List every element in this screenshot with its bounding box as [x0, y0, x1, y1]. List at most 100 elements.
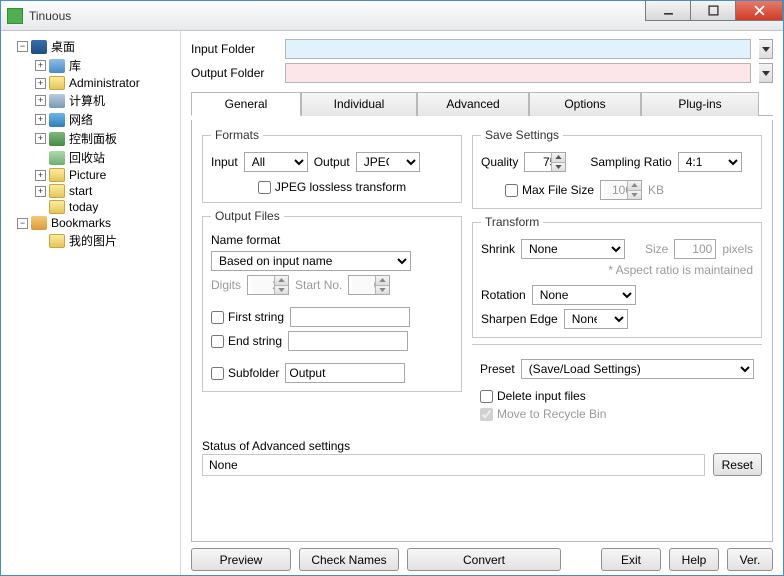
delete-input-checkbox[interactable] [480, 390, 493, 403]
shrink-label: Shrink [481, 242, 515, 256]
max-file-checkbox[interactable] [505, 184, 518, 197]
max-file-check[interactable]: Max File Size [505, 183, 594, 197]
convert-button[interactable]: Convert [407, 548, 561, 571]
digits-spinner[interactable] [247, 275, 289, 295]
folder-tree[interactable]: − 桌面 +库 +Administrator +计算机 +网络 +控制面板 回收站… [1, 31, 181, 575]
expander-icon[interactable]: + [35, 186, 46, 197]
startno-spinner[interactable] [348, 275, 390, 295]
name-format-select[interactable]: Based on input name [211, 251, 411, 271]
spin-up-icon[interactable] [551, 153, 565, 163]
check-names-button[interactable]: Check Names [299, 548, 399, 571]
tab-general[interactable]: General [191, 92, 301, 116]
tab-individual[interactable]: Individual [301, 92, 417, 116]
tree-item-start[interactable]: + start [3, 183, 178, 199]
tab-options[interactable]: Options [529, 92, 641, 116]
preset-group: Preset (Save/Load Settings) Delete input… [472, 344, 762, 429]
spin-up-icon[interactable] [375, 276, 389, 286]
subfolder-input[interactable] [285, 363, 405, 383]
footer-buttons: Preview Check Names Convert Exit Help Ve… [191, 546, 773, 571]
size-input[interactable] [674, 239, 716, 259]
sampling-select[interactable]: 4:1 [678, 152, 742, 172]
input-folder-field[interactable] [285, 39, 751, 59]
tree-item-picture[interactable]: +Picture [3, 167, 178, 183]
spin-down-icon[interactable] [375, 286, 389, 295]
desktop-icon [31, 40, 47, 54]
subfolder-checkbox[interactable] [211, 367, 224, 380]
close-button[interactable] [735, 1, 783, 21]
sharpen-label: Sharpen Edge [481, 312, 558, 326]
tab-advanced[interactable]: Advanced [417, 92, 529, 116]
output-folder-field[interactable] [285, 63, 751, 83]
folder-icon [49, 76, 65, 90]
reset-button[interactable]: Reset [713, 453, 762, 476]
tab-plugins[interactable]: Plug-ins [641, 92, 759, 116]
tree-label: 桌面 [51, 38, 75, 55]
expander-icon[interactable]: + [35, 133, 46, 144]
spin-down-icon[interactable] [627, 191, 641, 200]
expander-icon[interactable]: + [35, 60, 46, 71]
tree-item-admin[interactable]: +Administrator [3, 75, 178, 91]
tree-item-control[interactable]: +控制面板 [3, 129, 178, 148]
first-string-input[interactable] [290, 307, 410, 327]
help-button[interactable]: Help [669, 548, 719, 571]
tree-item-desktop[interactable]: − 桌面 [3, 37, 178, 56]
expander-icon[interactable]: + [35, 78, 46, 89]
input-format-select[interactable]: All [244, 152, 308, 172]
end-string-check[interactable]: End string [211, 334, 282, 348]
output-format-label: Output [314, 155, 350, 169]
spin-up-icon[interactable] [274, 276, 288, 286]
spin-up-icon[interactable] [627, 181, 641, 191]
expander-icon[interactable]: − [17, 41, 28, 52]
startno-label: Start No. [295, 278, 342, 292]
status-box: None [202, 454, 705, 476]
output-format-select[interactable]: JPEG [356, 152, 420, 172]
tab-bar: General Individual Advanced Options Plug… [191, 91, 773, 116]
tree-item-lib[interactable]: +库 [3, 56, 178, 75]
rotation-select[interactable]: None [532, 285, 636, 305]
end-string-input[interactable] [288, 331, 408, 351]
tree-item-today[interactable]: today [3, 199, 178, 215]
main-panel: Input Folder Output Folder General Indiv… [181, 31, 783, 575]
folder-icon [49, 234, 65, 248]
maximize-button[interactable] [690, 1, 736, 21]
spin-down-icon[interactable] [274, 286, 288, 295]
app-window: Tinuous −桌面 +库 +Administrator +计算机 +网络 +… [0, 0, 784, 576]
lossless-checkbox[interactable] [258, 181, 271, 194]
expander-icon[interactable]: + [35, 95, 46, 106]
lossless-check[interactable]: JPEG lossless transform [258, 180, 406, 194]
first-string-check[interactable]: First string [211, 310, 284, 324]
tree-item-recycle[interactable]: 回收站 [3, 148, 178, 167]
tree-label: start [69, 184, 92, 198]
expander-icon[interactable]: + [35, 114, 46, 125]
tree-item-bookmarks[interactable]: −Bookmarks [3, 215, 178, 231]
network-icon [49, 113, 65, 127]
formats-legend: Formats [211, 128, 263, 142]
max-file-spinner[interactable] [600, 180, 642, 200]
tree-item-computer[interactable]: +计算机 [3, 91, 178, 110]
quality-spinner[interactable] [524, 152, 566, 172]
tree-item-mypics[interactable]: 我的图片 [3, 231, 178, 250]
ver-button[interactable]: Ver. [727, 548, 773, 571]
delete-input-label: Delete input files [497, 389, 586, 403]
exit-button[interactable]: Exit [601, 548, 661, 571]
input-folder-row: Input Folder [191, 39, 773, 59]
spin-down-icon[interactable] [551, 163, 565, 172]
sharpen-select[interactable]: None [564, 309, 628, 329]
preview-button[interactable]: Preview [191, 548, 291, 571]
tree-item-network[interactable]: +网络 [3, 110, 178, 129]
status-value: None [209, 458, 238, 472]
preset-select[interactable]: (Save/Load Settings) [521, 359, 754, 379]
control-panel-icon [49, 132, 65, 146]
expander-icon[interactable]: − [17, 218, 28, 229]
first-string-checkbox[interactable] [211, 311, 224, 324]
minimize-button[interactable] [645, 1, 691, 21]
subfolder-check[interactable]: Subfolder [211, 366, 279, 380]
delete-input-check[interactable]: Delete input files [480, 389, 586, 403]
shrink-select[interactable]: None [521, 239, 625, 259]
rotation-label: Rotation [481, 288, 526, 302]
expander-icon[interactable]: + [35, 170, 46, 181]
end-string-checkbox[interactable] [211, 335, 224, 348]
input-folder-dropdown[interactable] [759, 39, 773, 59]
output-folder-dropdown[interactable] [759, 63, 773, 83]
computer-icon [49, 94, 65, 108]
